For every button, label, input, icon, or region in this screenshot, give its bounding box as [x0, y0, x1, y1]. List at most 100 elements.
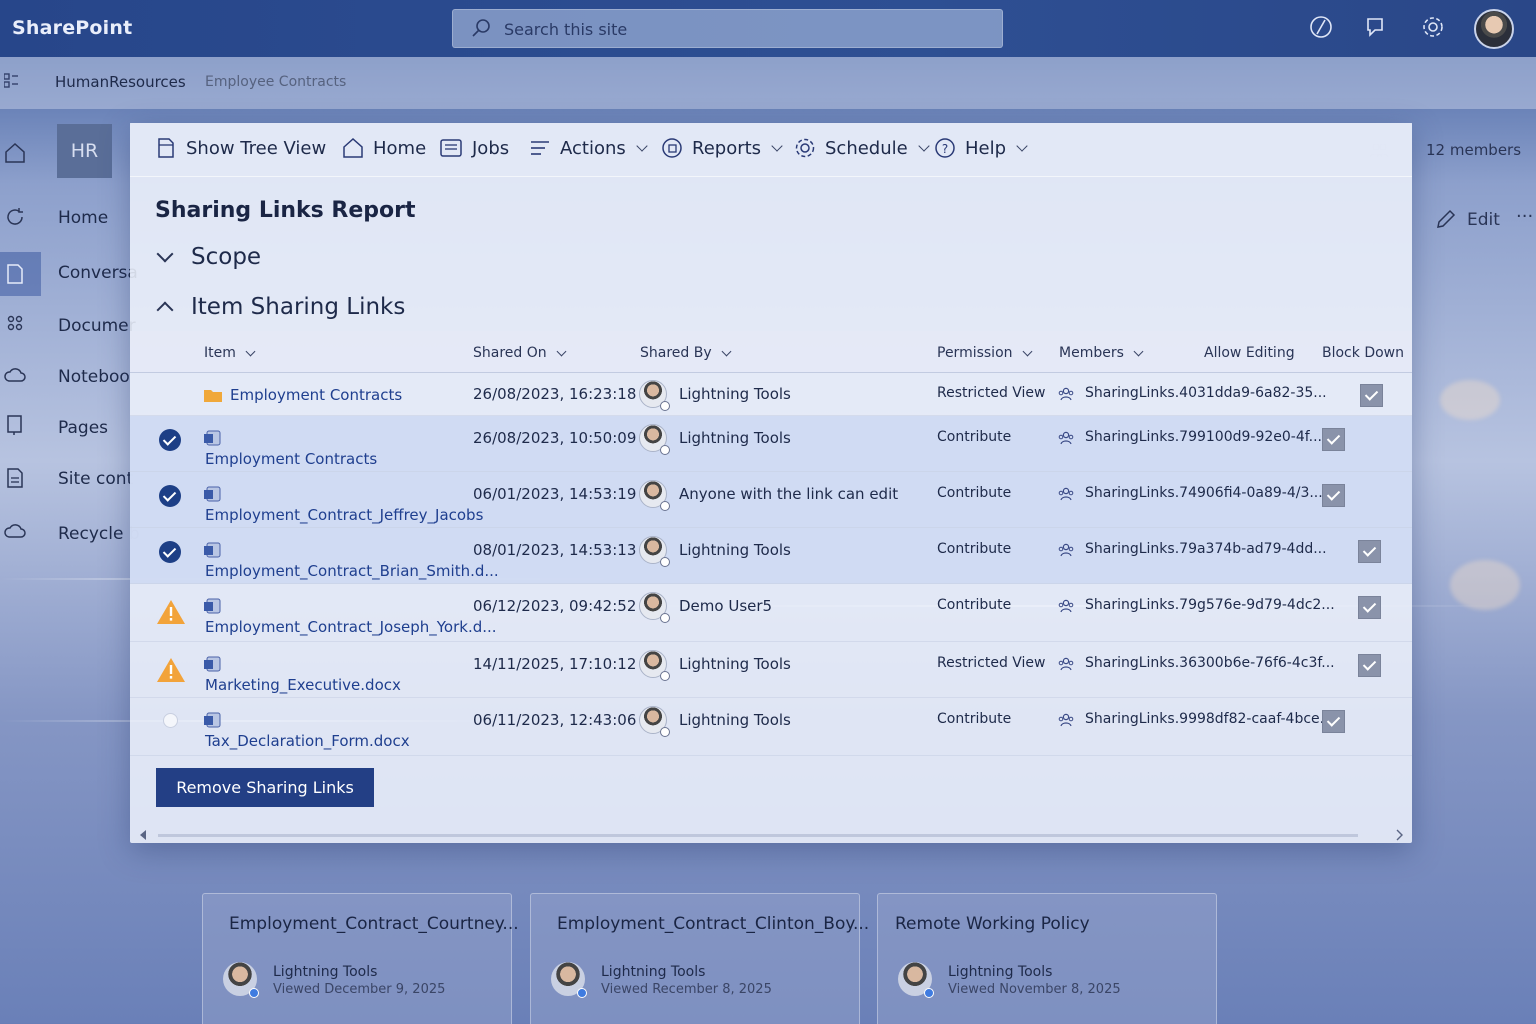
scroll-left-icon[interactable]: [138, 829, 148, 841]
checkbox[interactable]: [1322, 710, 1345, 733]
word-document-icon: [204, 486, 221, 502]
members-link[interactable]: SharingLinks.36300b6e-76f6-4c3f...: [1085, 655, 1335, 671]
card-title[interactable]: Employment_Contract_Courtney...: [229, 914, 519, 934]
item-link[interactable]: Employment_Contract_Jeffrey_Jacobs: [205, 506, 483, 524]
shared-by: Lightning Tools: [679, 711, 791, 729]
toolbar-reports-menu[interactable]: Reports: [661, 137, 783, 159]
members-link[interactable]: SharingLinks.79a374b-ad79-4dd...: [1085, 541, 1327, 557]
checkbox[interactable]: [1322, 428, 1345, 451]
app-brand[interactable]: SharePoint: [12, 17, 132, 39]
card-title[interactable]: Remote Working Policy: [895, 914, 1090, 934]
row-select-radio[interactable]: [163, 713, 178, 728]
table-row[interactable]: Employment Contracts 26/08/2023, 10:50:09…: [130, 416, 1412, 472]
card-title[interactable]: Employment_Contract_Clinton_Boy...: [557, 914, 869, 934]
breadcrumb-site[interactable]: HumanResources: [55, 73, 186, 91]
column-header-block-download[interactable]: Block Down: [1322, 345, 1404, 361]
chevron-down-icon: [245, 346, 256, 356]
item-link[interactable]: Employment Contracts: [230, 386, 402, 404]
notebook-icon[interactable]: [4, 414, 26, 436]
nav-item-recycle-bin[interactable]: Recycle b: [58, 524, 140, 544]
nav-item-conversations[interactable]: Conversa: [58, 263, 138, 283]
checkbox[interactable]: [1358, 540, 1381, 563]
table-row[interactable]: Employment_Contract_Brian_Smith.d... 08/0…: [130, 528, 1412, 584]
item-link[interactable]: Tax_Declaration_Form.docx: [205, 732, 410, 750]
settings-gear-icon[interactable]: [1420, 14, 1446, 40]
toolbar-jobs-button[interactable]: Jobs: [439, 137, 509, 159]
toolbar-reports-label: Reports: [692, 137, 762, 159]
members-link[interactable]: SharingLinks.74906fi4-0a89-4/3...: [1085, 485, 1323, 501]
feedback-icon[interactable]: [1362, 14, 1388, 40]
column-header-allow-editing[interactable]: Allow Editing: [1204, 345, 1295, 361]
site-logo[interactable]: HR: [57, 124, 112, 178]
more-options-button[interactable]: ···: [1516, 206, 1533, 227]
nav-item-notebook[interactable]: Noteboo: [58, 367, 130, 387]
item-sharing-links-toggle[interactable]: Item Sharing Links: [155, 294, 405, 320]
horizontal-scrollbar[interactable]: [138, 829, 1404, 841]
user-avatar[interactable]: [1474, 9, 1514, 49]
chevron-down-icon: [771, 139, 783, 152]
recent-file-card[interactable]: Remote Working Policy Lightning Tools Vi…: [877, 893, 1217, 1024]
card-viewed-date: Viewed November 8, 2025: [948, 982, 1121, 997]
search-box[interactable]: Search this site: [452, 9, 1003, 48]
nav-item-site-contents[interactable]: Site cont: [58, 469, 133, 489]
edit-pencil-icon[interactable]: [1435, 208, 1457, 230]
checkbox[interactable]: [1358, 596, 1381, 619]
column-header-shared-on[interactable]: Shared On: [473, 345, 567, 361]
members-link[interactable]: SharingLinks.4031dda9-6a82-35...: [1085, 385, 1327, 401]
chevron-down-icon: [918, 139, 930, 152]
table-row[interactable]: Tax_Declaration_Form.docx 06/11/2023, 12:…: [130, 698, 1412, 756]
shared-by-avatar: [639, 424, 670, 455]
members-count[interactable]: 12 members: [1426, 141, 1521, 159]
members-link[interactable]: SharingLinks.79g576e-9d79-4dc2...: [1085, 597, 1335, 613]
group-members-icon: [1058, 387, 1074, 401]
members-link[interactable]: SharingLinks.9998df82-caaf-4bce...: [1085, 711, 1333, 727]
toolbar-help-menu[interactable]: ? Help: [934, 137, 1028, 159]
item-link[interactable]: Employment Contracts: [205, 450, 377, 468]
home-icon[interactable]: [4, 142, 26, 164]
table-row[interactable]: Marketing_Executive.docx 14/11/2025, 17:1…: [130, 642, 1412, 698]
table-row[interactable]: Employment_Contract_Joseph_York.d... 06/1…: [130, 584, 1412, 642]
show-tree-view-button[interactable]: Show Tree View: [155, 137, 326, 159]
chevron-down-icon: [636, 139, 648, 152]
document-icon[interactable]: [4, 263, 26, 285]
page-icon[interactable]: [4, 467, 26, 489]
column-header-shared-by[interactable]: Shared By: [640, 345, 732, 361]
recycle-cloud-icon[interactable]: [4, 520, 26, 542]
checkbox[interactable]: [1358, 654, 1381, 677]
item-link[interactable]: Marketing_Executive.docx: [205, 676, 401, 694]
row-selected-check-icon[interactable]: [159, 429, 181, 451]
remove-sharing-links-button[interactable]: Remove Sharing Links: [156, 768, 374, 807]
toolbar-schedule-menu[interactable]: Schedule: [794, 137, 930, 159]
recent-file-card[interactable]: Employment_Contract_Clinton_Boy... Light…: [530, 893, 869, 1024]
word-document-icon: [204, 598, 221, 614]
row-selected-check-icon[interactable]: [159, 541, 181, 563]
scope-section-toggle[interactable]: Scope: [155, 244, 261, 270]
column-header-item[interactable]: Item: [204, 345, 256, 361]
row-selected-check-icon[interactable]: [159, 485, 181, 507]
toolbar-home-button[interactable]: Home: [342, 137, 426, 159]
nav-item-documents[interactable]: Documer: [58, 316, 136, 336]
suite-bar: SharePoint Search this site: [0, 0, 1536, 57]
group-members-icon: [1058, 599, 1074, 613]
toolbar-actions-menu[interactable]: Actions: [529, 137, 648, 159]
nav-item-pages[interactable]: Pages: [58, 418, 108, 438]
refresh-icon[interactable]: [4, 206, 26, 228]
table-row[interactable]: Employment Contracts 26/08/2023, 16:23:18…: [130, 373, 1412, 416]
checkbox[interactable]: [1360, 384, 1383, 407]
members-link[interactable]: SharingLinks.799100d9-92e0-4f...: [1085, 429, 1322, 445]
column-header-members[interactable]: Members: [1059, 345, 1144, 361]
recent-file-card[interactable]: Employment_Contract_Courtney... Lightnin…: [202, 893, 519, 1024]
app-launcher-icon[interactable]: [4, 73, 18, 89]
copilot-icon[interactable]: [1308, 14, 1334, 40]
checkbox[interactable]: [1322, 484, 1345, 507]
cloud-icon[interactable]: [4, 364, 26, 386]
item-link[interactable]: Employment_Contract_Brian_Smith.d...: [205, 562, 499, 580]
item-link[interactable]: Employment_Contract_Joseph_York.d...: [205, 618, 497, 636]
edit-button[interactable]: Edit: [1467, 210, 1500, 230]
scroll-right-icon[interactable]: [1394, 829, 1404, 841]
column-header-permission[interactable]: Permission: [937, 345, 1032, 361]
apps-icon[interactable]: [4, 312, 26, 334]
nav-item-home[interactable]: Home: [58, 208, 108, 228]
breadcrumb-page[interactable]: Employee Contracts: [205, 74, 346, 90]
table-row[interactable]: Employment_Contract_Jeffrey_Jacobs 06/01/…: [130, 472, 1412, 528]
